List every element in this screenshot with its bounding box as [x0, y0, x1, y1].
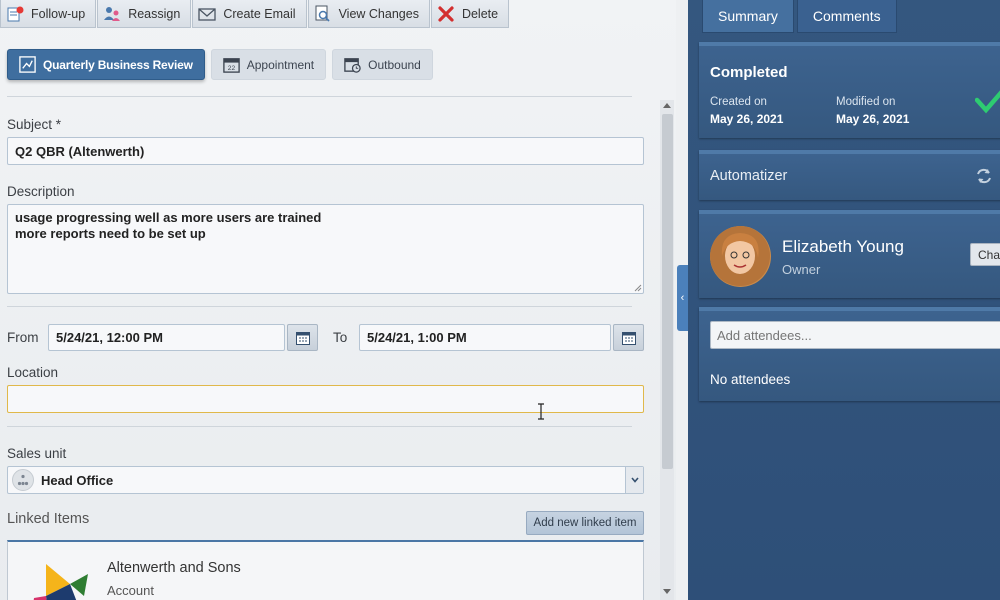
modified-value: May 26, 2021 — [836, 112, 910, 126]
review-icon — [19, 56, 36, 73]
follow-up-icon — [7, 6, 24, 21]
sales-unit-label: Sales unit — [7, 446, 67, 461]
automatizer-label: Automatizer — [710, 168, 788, 184]
linked-item-card[interactable]: Altenwerth and Sons Account — [7, 540, 644, 600]
divider — [7, 426, 632, 427]
view-changes-icon — [315, 5, 330, 22]
linked-item-type: Account — [107, 583, 154, 598]
automatizer-card[interactable]: Automatizer — [699, 150, 1000, 200]
calendar-icon — [621, 331, 636, 345]
created-label: Created on — [710, 96, 767, 108]
subject-input[interactable] — [7, 137, 644, 165]
description-label: Description — [7, 184, 75, 199]
scroll-down-icon[interactable] — [663, 589, 671, 594]
tab-comments[interactable]: Comments — [796, 0, 897, 33]
owner-avatar — [710, 226, 771, 287]
linked-items-title: Linked Items — [7, 511, 90, 527]
location-input[interactable] — [7, 385, 644, 413]
tab-label: Outbound — [368, 57, 421, 72]
tab-outbound[interactable]: Outbound — [332, 49, 433, 80]
status-card: Completed Created on May 26, 2021 Modifi… — [699, 42, 1000, 138]
created-value: May 26, 2021 — [710, 112, 784, 126]
view-changes-label: View Changes — [338, 6, 419, 21]
summary-pane: Summary Comments Completed Created on Ma… — [688, 0, 1000, 600]
to-label: To — [333, 330, 348, 345]
divider — [7, 96, 632, 97]
from-date-input[interactable] — [48, 324, 285, 351]
no-attendees-text: No attendees — [710, 372, 791, 387]
tab-appointment[interactable]: 22 Appointment — [210, 49, 327, 80]
owner-name: Elizabeth Young — [782, 237, 904, 256]
delete-label: Delete — [461, 6, 499, 21]
from-label: From — [7, 330, 39, 345]
outbound-icon — [344, 58, 361, 73]
create-email-button[interactable]: Create Email — [192, 0, 307, 28]
view-changes-button[interactable]: View Changes — [307, 0, 430, 28]
delete-icon — [438, 5, 454, 22]
toolbar: Follow-up Reassign Create Email View Cha… — [0, 0, 510, 28]
checkmark-icon — [975, 90, 1000, 114]
subject-label: Subject * — [7, 117, 62, 132]
sales-unit-select[interactable]: Head Office — [7, 466, 644, 494]
svg-text:22: 22 — [228, 65, 236, 72]
company-logo-icon — [33, 564, 88, 600]
from-calendar-button[interactable] — [287, 324, 318, 351]
scroll-up-icon[interactable] — [663, 103, 671, 108]
change-owner-button[interactable]: Cha — [970, 243, 1000, 266]
tab-quarterly-business-review[interactable]: Quarterly Business Review — [7, 49, 205, 80]
add-attendees-input[interactable] — [710, 321, 1000, 349]
text-cursor-icon — [538, 403, 544, 420]
follow-up-label: Follow-up — [31, 6, 86, 21]
add-linked-item-button[interactable]: Add new linked item — [526, 511, 644, 535]
chevron-down-icon[interactable] — [625, 467, 643, 493]
delete-button[interactable]: Delete — [430, 0, 510, 28]
follow-up-button[interactable]: Follow-up — [0, 0, 97, 28]
reassign-icon — [104, 6, 121, 21]
divider — [7, 306, 632, 307]
sales-unit-value: Head Office — [41, 472, 114, 488]
description-textarea[interactable]: usage progressing well as more users are… — [7, 204, 644, 294]
location-label: Location — [7, 365, 59, 380]
calendar-icon — [295, 331, 310, 345]
to-calendar-button[interactable] — [613, 324, 644, 351]
modified-label: Modified on — [836, 96, 896, 108]
email-icon — [198, 7, 216, 21]
linked-item-name: Altenwerth and Sons — [107, 560, 241, 576]
activity-type-tabs: Quarterly Business Review 22 Appointment… — [7, 49, 433, 80]
scroll-thumb[interactable] — [662, 114, 673, 469]
resize-grip-icon[interactable] — [634, 284, 642, 292]
create-email-label: Create Email — [223, 6, 296, 21]
owner-card: Elizabeth Young Owner Cha — [699, 210, 1000, 298]
refresh-icon[interactable] — [975, 167, 993, 185]
attendees-card: No attendees — [699, 307, 1000, 401]
activity-form-pane: Follow-up Reassign Create Email View Cha… — [0, 0, 676, 600]
collapse-panel-handle[interactable]: ‹ — [677, 265, 688, 331]
tab-label: Appointment — [246, 57, 315, 72]
org-unit-icon — [12, 469, 34, 491]
reassign-button[interactable]: Reassign — [97, 0, 192, 28]
owner-role: Owner — [782, 262, 821, 277]
summary-tabs: Summary Comments — [702, 0, 897, 33]
form-scrollbar[interactable] — [660, 100, 674, 600]
reassign-label: Reassign — [128, 6, 181, 21]
to-date-input[interactable] — [359, 324, 611, 351]
status-text: Completed — [710, 64, 788, 81]
tab-summary[interactable]: Summary — [702, 0, 794, 33]
calendar-icon: 22 — [222, 58, 240, 73]
tab-label: Quarterly Business Review — [43, 57, 193, 72]
chevron-left-icon: ‹ — [680, 292, 685, 304]
